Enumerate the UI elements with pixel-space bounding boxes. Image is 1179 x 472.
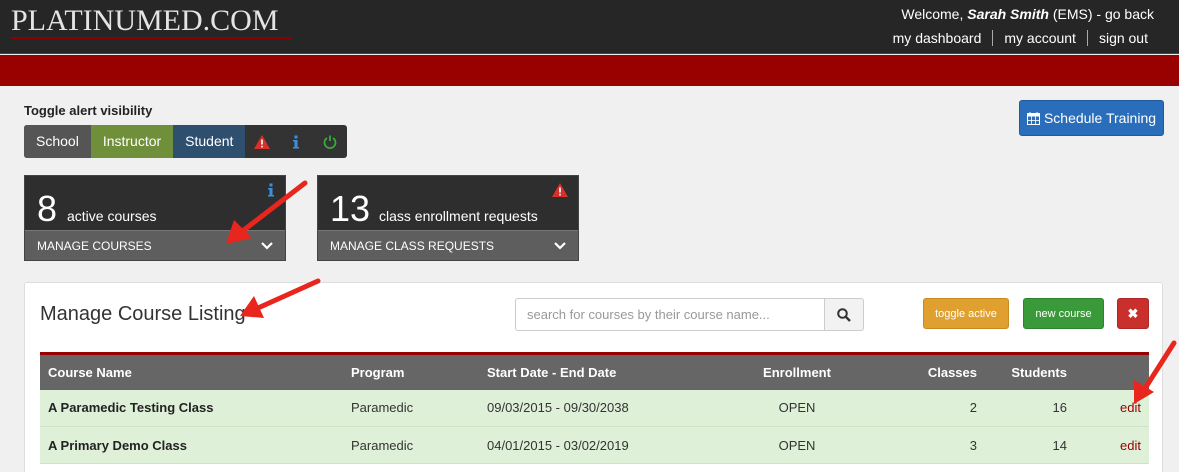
col-actions	[1075, 354, 1149, 390]
delete-button[interactable]: ✖	[1117, 298, 1149, 329]
col-program[interactable]: Program	[343, 354, 479, 390]
course-dates: 09/03/2015 - 09/30/2038	[487, 400, 629, 416]
logo-underline	[11, 37, 291, 39]
active-courses-label: active courses	[67, 208, 157, 224]
user-nav: my dashboard my account sign out	[882, 30, 1159, 46]
table-header-row: Course Name Program Start Date - End Dat…	[40, 353, 1149, 390]
warning-toggle[interactable]	[245, 125, 279, 158]
alert-toggle-group: School Instructor Student	[24, 125, 348, 158]
manage-courses-label: MANAGE COURSES	[37, 238, 152, 253]
enrollment-requests-count: 13	[330, 188, 371, 229]
course-students: 16	[1052, 400, 1067, 416]
schedule-training-button[interactable]: Schedule Training	[1019, 100, 1164, 136]
my-account-link[interactable]: my account	[992, 30, 1087, 46]
toggle-active-button[interactable]: toggle active	[923, 298, 1009, 329]
user-role: (EMS)	[1052, 6, 1093, 22]
active-courses-card: 8 active courses MANAGE COURSES	[24, 175, 286, 261]
col-classes[interactable]: Classes	[885, 354, 985, 390]
chevron-down-icon	[261, 241, 273, 250]
new-course-button[interactable]: new course	[1023, 298, 1104, 329]
sign-out-link[interactable]: sign out	[1086, 30, 1159, 46]
welcome-prefix: Welcome,	[901, 6, 964, 22]
brand-bar	[0, 55, 1179, 86]
course-name: A Primary Demo Class	[48, 437, 187, 453]
course-listing-panel: Manage Course Listing toggle active new …	[24, 282, 1163, 472]
site-logo[interactable]: PLATINUMED.COM	[11, 4, 279, 38]
student-toggle[interactable]: Student	[173, 125, 246, 158]
course-program: Paramedic	[351, 400, 414, 416]
power-icon	[324, 135, 337, 150]
course-table: Course Name Program Start Date - End Dat…	[40, 352, 1149, 464]
my-dashboard-link[interactable]: my dashboard	[882, 30, 993, 46]
chevron-down-icon	[554, 241, 566, 250]
course-enrollment: OPEN	[778, 437, 816, 453]
toggle-alert-title: Toggle alert visibility	[24, 103, 153, 118]
search-button[interactable]	[824, 298, 864, 331]
go-back-link[interactable]: - go back	[1096, 6, 1154, 22]
panel-title: Manage Course Listing	[40, 303, 246, 325]
edit-link[interactable]: edit	[1120, 400, 1141, 415]
table-row[interactable]: A Primary Demo Class Paramedic 04/01/201…	[40, 426, 1149, 464]
schedule-training-label: Schedule Training	[1043, 110, 1157, 126]
warning-icon	[254, 135, 271, 150]
course-search-input[interactable]	[515, 298, 824, 331]
info-toggle[interactable]	[279, 125, 313, 158]
manage-class-requests-label: MANAGE CLASS REQUESTS	[330, 238, 495, 253]
course-students: 14	[1052, 437, 1067, 453]
warning-icon	[552, 183, 568, 202]
search-icon	[837, 307, 851, 322]
power-toggle[interactable]	[313, 125, 347, 158]
user-name: Sarah Smith	[967, 6, 1049, 22]
info-icon	[293, 135, 300, 149]
course-program: Paramedic	[351, 437, 414, 453]
course-name: A Paramedic Testing Class	[48, 400, 214, 416]
enrollment-requests-label: class enrollment requests	[379, 208, 538, 224]
calendar-icon	[1026, 111, 1040, 125]
manage-class-requests-button[interactable]: MANAGE CLASS REQUESTS	[318, 230, 578, 260]
table-row[interactable]: A Paramedic Testing Class Paramedic 09/0…	[40, 389, 1149, 427]
course-dates: 04/01/2015 - 03/02/2019	[487, 437, 629, 453]
welcome-message: Welcome, Sarah Smith (EMS) - go back	[901, 6, 1154, 22]
edit-link[interactable]: edit	[1120, 438, 1141, 453]
school-toggle[interactable]: School	[24, 125, 91, 158]
info-icon	[267, 183, 275, 202]
col-course-name[interactable]: Course Name	[40, 354, 343, 390]
active-courses-count: 8	[37, 188, 58, 229]
top-header: PLATINUMED.COM Welcome, Sarah Smith (EMS…	[0, 0, 1179, 54]
course-classes: 2	[969, 400, 977, 416]
course-enrollment: OPEN	[778, 400, 816, 416]
col-dates[interactable]: Start Date - End Date	[479, 354, 709, 390]
col-enrollment[interactable]: Enrollment	[709, 354, 885, 390]
course-search	[515, 298, 864, 331]
enrollment-requests-card: 13 class enrollment requests MANAGE CLAS…	[317, 175, 579, 261]
col-students[interactable]: Students	[985, 354, 1075, 390]
course-classes: 3	[969, 437, 977, 453]
instructor-toggle[interactable]: Instructor	[90, 125, 174, 158]
manage-courses-button[interactable]: MANAGE COURSES	[25, 230, 285, 260]
